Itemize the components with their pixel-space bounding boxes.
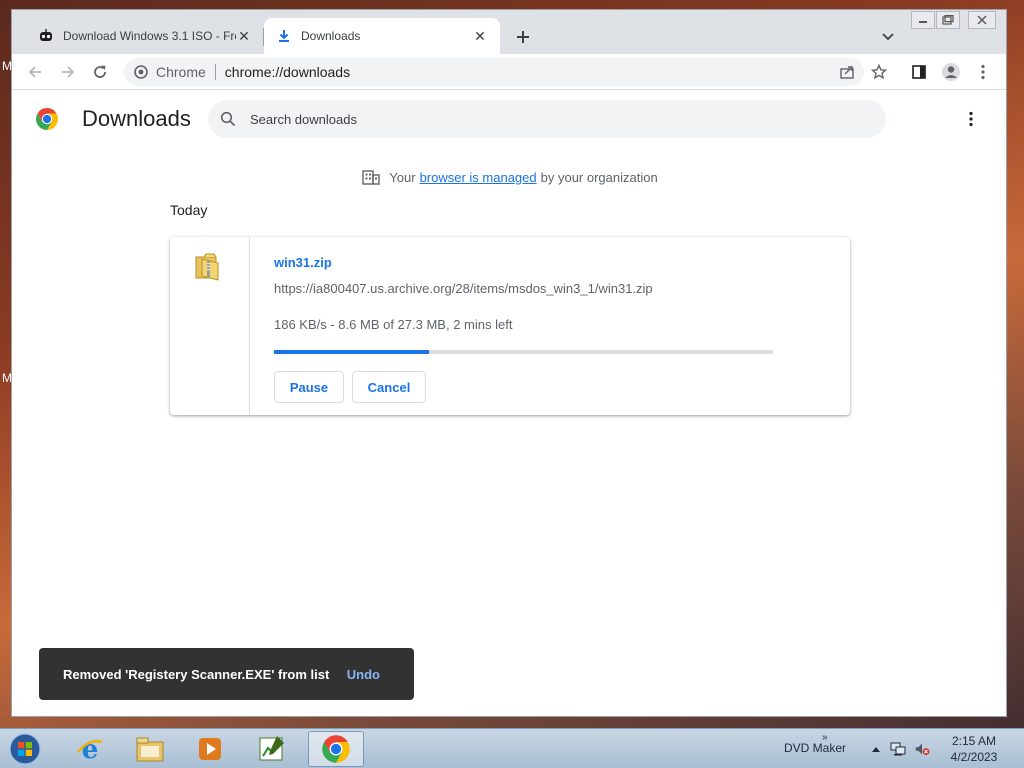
more-actions-icon[interactable] — [962, 109, 980, 129]
minimize-icon[interactable] — [911, 11, 935, 29]
downloads-header: Downloads — [12, 91, 1006, 147]
network-icon[interactable] — [890, 741, 906, 757]
close-tab-icon[interactable]: ✕ — [472, 28, 488, 44]
file-icon-column — [170, 237, 250, 415]
chrome-icon[interactable] — [308, 731, 364, 767]
restore-icon[interactable] — [936, 11, 960, 29]
toolbar-expand-icon[interactable]: » — [822, 732, 828, 743]
close-tab-icon[interactable]: ✕ — [236, 28, 252, 44]
chrome-scheme-icon — [134, 65, 148, 79]
building-icon — [362, 169, 380, 185]
browser-toolbar: Chrome chrome://downloads — [12, 54, 1006, 90]
search-box[interactable] — [208, 100, 886, 138]
volume-muted-icon[interactable] — [914, 741, 930, 757]
undo-button[interactable]: Undo — [347, 667, 380, 682]
zip-folder-icon — [194, 251, 222, 286]
svg-text:e: e — [82, 735, 99, 764]
internet-explorer-icon[interactable]: e — [62, 731, 118, 767]
chrome-logo-icon — [35, 107, 59, 131]
date-group-heading: Today — [170, 202, 208, 218]
omnibox-scheme-label: Chrome — [156, 64, 206, 80]
system-clock[interactable]: 2:15 AM 4/2/2023 — [948, 733, 1000, 765]
tray-toolbar-label[interactable]: DVD Maker — [784, 741, 846, 755]
search-input[interactable] — [250, 111, 850, 127]
pause-button[interactable]: Pause — [274, 371, 344, 403]
omnibox-url: chrome://downloads — [224, 64, 351, 80]
search-icon — [220, 111, 236, 127]
close-window-icon[interactable] — [968, 11, 996, 29]
forward-arrow-icon[interactable] — [57, 61, 79, 83]
browser-menu-icon[interactable] — [972, 61, 994, 83]
bookmark-star-icon[interactable] — [868, 61, 890, 83]
browser-window: Download Windows 3.1 ISO - Free ✕ Downlo… — [11, 9, 1007, 717]
file-explorer-icon[interactable] — [122, 731, 178, 767]
managed-notice: Your browser is managed by your organiza… — [12, 169, 1006, 185]
download-progress-fill — [274, 350, 429, 354]
page-title: Downloads — [82, 106, 191, 131]
taskbar: e DVD Maker » 2:15 AM 4/2/2023 — [0, 728, 1024, 768]
address-bar[interactable]: Chrome chrome://downloads — [124, 58, 864, 86]
tab-windows-iso[interactable]: Download Windows 3.1 ISO - Free ✕ — [26, 18, 264, 54]
chevron-down-icon[interactable] — [878, 27, 898, 47]
toast-message: Removed 'Registery Scanner.EXE' from lis… — [63, 666, 330, 682]
tab-title: Downloads — [301, 29, 361, 43]
side-panel-icon[interactable] — [908, 61, 930, 83]
managed-prefix: Your — [389, 169, 416, 185]
omnibox-divider — [214, 64, 216, 80]
clock-date: 4/2/2023 — [950, 750, 998, 764]
robot-favicon-icon — [38, 28, 54, 44]
media-player-icon[interactable] — [182, 731, 238, 767]
managed-suffix: by your organization — [540, 169, 658, 185]
new-tab-icon[interactable] — [512, 26, 534, 48]
cancel-button[interactable]: Cancel — [352, 371, 426, 403]
chart-editor-icon[interactable] — [244, 731, 300, 767]
clock-time: 2:15 AM — [951, 734, 997, 748]
download-favicon-icon — [276, 28, 292, 44]
tab-downloads[interactable]: Downloads ✕ — [264, 18, 500, 54]
tab-title: Download Windows 3.1 ISO - Free — [63, 29, 236, 43]
download-status: 186 KB/s - 8.6 MB of 27.3 MB, 2 mins lef… — [274, 317, 513, 332]
file-name-link[interactable]: win31.zip — [274, 255, 332, 270]
start-button[interactable] — [6, 731, 44, 767]
tab-strip: Download Windows 3.1 ISO - Free ✕ Downlo… — [12, 10, 1006, 54]
reload-icon[interactable] — [89, 61, 111, 83]
toast-notification: Removed 'Registery Scanner.EXE' from lis… — [39, 648, 414, 700]
file-url[interactable]: https://ia800407.us.archive.org/28/items… — [274, 281, 653, 296]
share-icon[interactable] — [836, 61, 858, 83]
show-hidden-icons-icon[interactable] — [868, 741, 884, 757]
profile-avatar-icon[interactable] — [940, 61, 962, 83]
download-progress-bar — [274, 350, 773, 354]
download-item-card: win31.zip https://ia800407.us.archive.or… — [170, 237, 850, 415]
managed-link[interactable]: browser is managed — [420, 170, 537, 185]
back-arrow-icon[interactable] — [24, 61, 46, 83]
downloads-page: Downloads Your browser is managed by you… — [12, 91, 1006, 716]
